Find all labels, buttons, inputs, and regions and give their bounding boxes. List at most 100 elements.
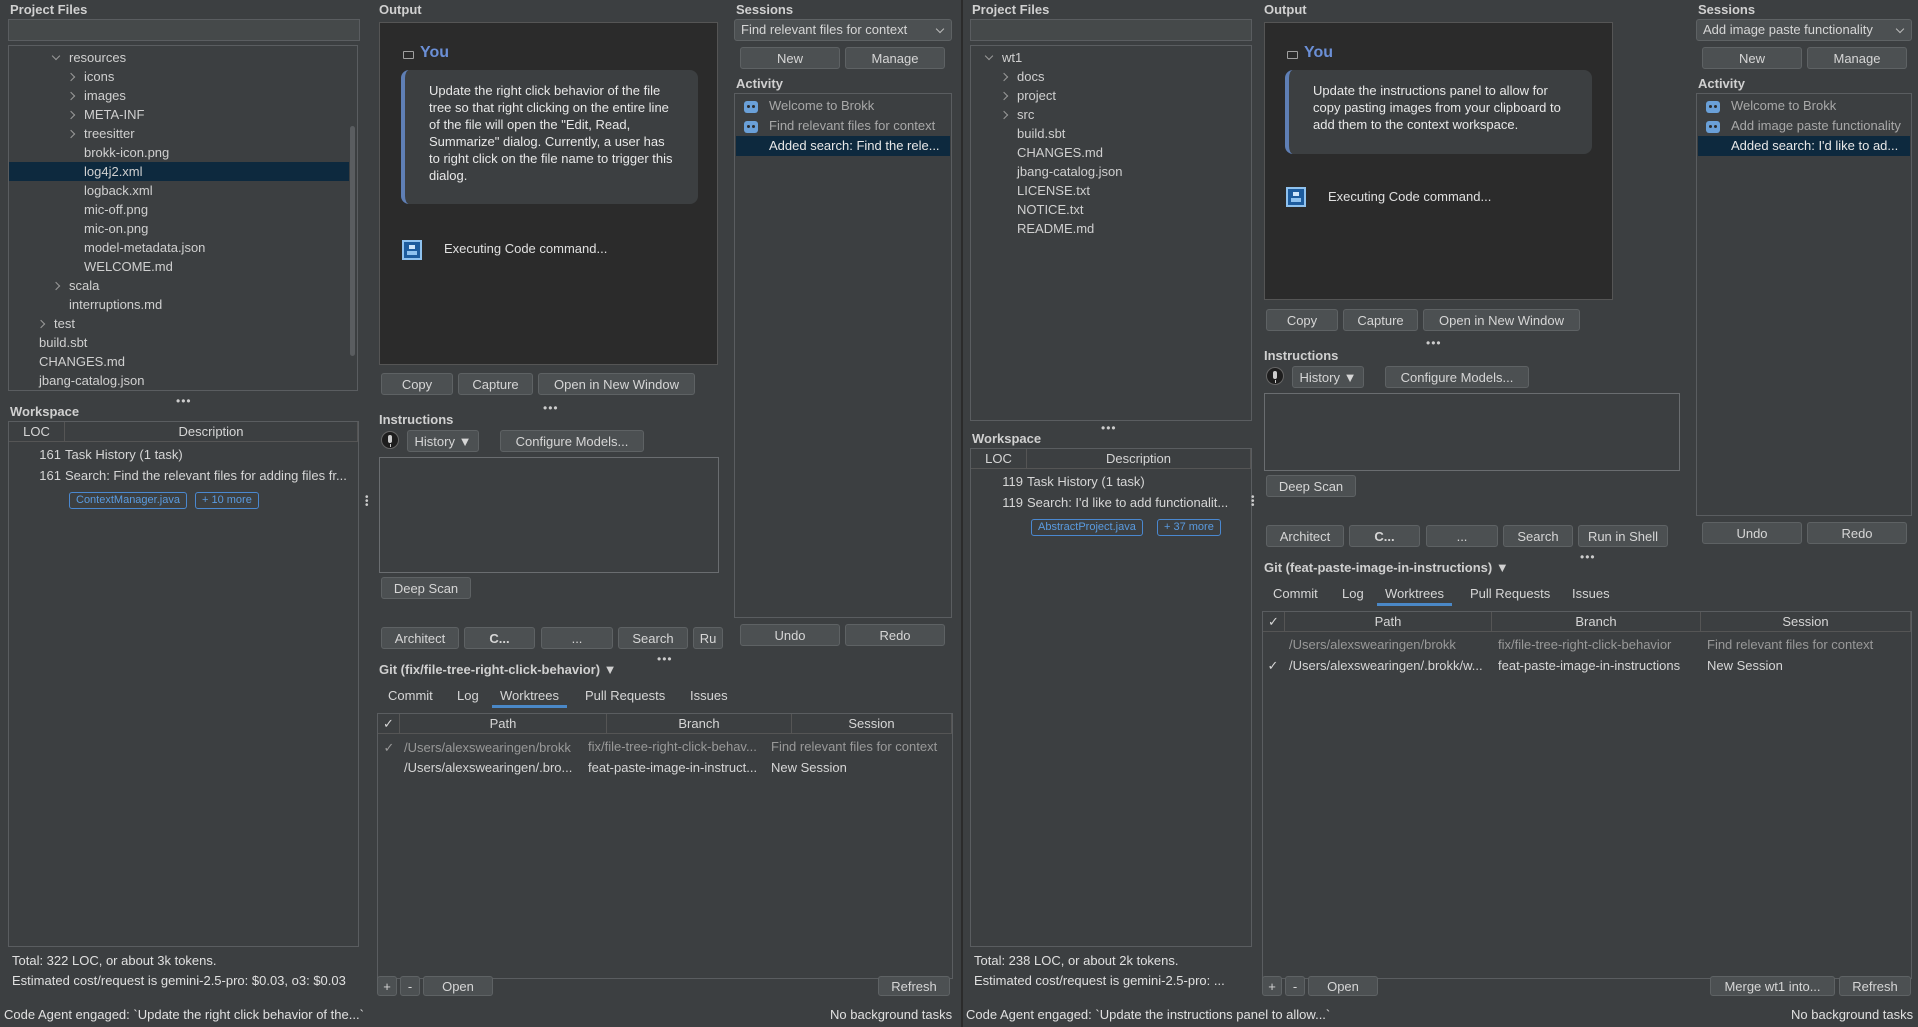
worktree-session[interactable]: Find relevant files for context bbox=[1707, 635, 1912, 655]
tree-item[interactable]: WELCOME.md bbox=[84, 257, 173, 276]
worktrees-col-branch[interactable]: Branch bbox=[607, 714, 792, 734]
workspace-col-loc[interactable]: LOC bbox=[971, 449, 1027, 469]
workspace-col-description[interactable]: Description bbox=[65, 422, 358, 442]
tree-item[interactable]: resources bbox=[69, 48, 126, 67]
tree-item[interactable]: LICENSE.txt bbox=[1017, 181, 1090, 200]
add-worktree-button[interactable]: + bbox=[1262, 976, 1282, 996]
workspace-row-loc[interactable]: 161 bbox=[9, 445, 61, 465]
tree-item[interactable]: scala bbox=[69, 276, 99, 295]
git-title[interactable]: Git (fix/file-tree-right-click-behavior)… bbox=[379, 662, 617, 677]
worktree-branch[interactable]: feat-paste-image-in-instructions bbox=[1498, 656, 1703, 676]
tree-item[interactable]: mic-off.png bbox=[84, 200, 148, 219]
architect-button[interactable]: Architect bbox=[381, 627, 459, 649]
open-worktree-button[interactable]: Open bbox=[1308, 976, 1378, 996]
tab-issues[interactable]: Issues bbox=[690, 684, 728, 708]
worktree-session[interactable]: New Session bbox=[1707, 656, 1912, 676]
more-files-chip[interactable]: + 37 more bbox=[1157, 519, 1221, 536]
manage-sessions-button[interactable]: Manage bbox=[1807, 47, 1907, 69]
undo-button[interactable]: Undo bbox=[1702, 522, 1802, 544]
configure-models-button[interactable]: Configure Models... bbox=[500, 430, 644, 452]
tree-item[interactable]: jbang-catalog.json bbox=[1017, 162, 1123, 181]
worktree-branch[interactable]: fix/file-tree-right-click-behav... bbox=[588, 737, 768, 757]
tree-item[interactable]: log4j2.xml bbox=[84, 162, 143, 181]
workspace-col-description[interactable]: Description bbox=[1027, 449, 1251, 469]
worktree-branch[interactable]: feat-paste-image-in-instruct... bbox=[588, 758, 768, 778]
worktree-check[interactable]: ✓ bbox=[1262, 656, 1284, 676]
activity-item-selected[interactable]: Added search: I'd like to ad... bbox=[1731, 136, 1909, 156]
worktrees-col-path[interactable]: Path bbox=[1285, 612, 1492, 632]
copy-button[interactable]: Copy bbox=[381, 373, 453, 395]
workspace-row-description[interactable]: Search: I'd like to add functionalit... bbox=[1027, 493, 1249, 513]
tree-item[interactable]: docs bbox=[1017, 67, 1044, 86]
history-button[interactable]: History ▼ bbox=[1292, 366, 1364, 388]
tree-item[interactable]: build.sbt bbox=[1017, 124, 1065, 143]
tree-item[interactable]: wt1 bbox=[1002, 48, 1022, 67]
chevron-right-icon[interactable] bbox=[66, 72, 76, 82]
architect-button[interactable]: Architect bbox=[1266, 525, 1344, 547]
tab-log[interactable]: Log bbox=[1342, 582, 1364, 606]
chevron-right-icon[interactable] bbox=[999, 110, 1009, 120]
workspace-row-description[interactable]: Search: Find the relevant files for addi… bbox=[65, 466, 355, 486]
tree-item[interactable]: brokk-icon.png bbox=[84, 143, 169, 162]
project-files-filter[interactable] bbox=[970, 19, 1252, 41]
splitter-handle[interactable]: ••• bbox=[657, 653, 673, 665]
deep-scan-button[interactable]: Deep Scan bbox=[1266, 475, 1356, 497]
worktree-path[interactable]: /Users/alexswearingen/brokk bbox=[404, 738, 604, 758]
activity-list[interactable]: Welcome to Brokk Find relevant files for… bbox=[734, 93, 952, 618]
chevron-right-icon[interactable] bbox=[66, 129, 76, 139]
code-button[interactable]: C... bbox=[464, 627, 535, 649]
splitter-handle[interactable]: ••• bbox=[1101, 422, 1117, 434]
worktrees-col-branch[interactable]: Branch bbox=[1492, 612, 1701, 632]
session-select[interactable]: Find relevant files for context bbox=[734, 19, 952, 41]
capture-button[interactable]: Capture bbox=[458, 373, 533, 395]
redo-button[interactable]: Redo bbox=[845, 624, 945, 646]
open-new-window-button[interactable]: Open in New Window bbox=[538, 373, 695, 395]
output-panel[interactable]: You Update the instructions panel to all… bbox=[1264, 22, 1613, 300]
tab-log[interactable]: Log bbox=[457, 684, 479, 708]
worktree-check[interactable] bbox=[1262, 635, 1284, 655]
chevron-right-icon[interactable] bbox=[51, 281, 61, 291]
workspace-col-loc[interactable]: LOC bbox=[9, 422, 65, 442]
tree-item[interactable]: build.sbt bbox=[39, 333, 87, 352]
git-title[interactable]: Git (feat-paste-image-in-instructions) ▼ bbox=[1264, 560, 1509, 575]
splitter-handle[interactable]: ••• bbox=[176, 395, 192, 407]
merge-worktree-button[interactable]: Merge wt1 into... bbox=[1710, 976, 1835, 996]
activity-item[interactable]: Welcome to Brokk bbox=[769, 96, 949, 116]
tree-item[interactable]: NOTICE.txt bbox=[1017, 200, 1083, 219]
activity-item[interactable]: Add image paste functionality bbox=[1731, 116, 1909, 136]
run-in-shell-button[interactable]: Ru bbox=[693, 627, 723, 649]
tab-commit[interactable]: Commit bbox=[1273, 582, 1318, 606]
tree-item[interactable]: mic-on.png bbox=[84, 219, 148, 238]
splitter-handle[interactable]: ••• bbox=[543, 402, 559, 414]
new-session-button[interactable]: New bbox=[740, 47, 840, 69]
chevron-down-icon[interactable] bbox=[51, 51, 61, 61]
tab-issues[interactable]: Issues bbox=[1572, 582, 1610, 606]
workspace-table[interactable]: LOC Description 161 Task History (1 task… bbox=[8, 421, 359, 947]
open-worktree-button[interactable]: Open bbox=[423, 976, 493, 996]
ask-button[interactable]: ... bbox=[1426, 525, 1498, 547]
chevron-right-icon[interactable] bbox=[36, 319, 46, 329]
tree-item[interactable]: src bbox=[1017, 105, 1034, 124]
refresh-button[interactable]: Refresh bbox=[878, 976, 950, 996]
project-tree-scrollbar[interactable] bbox=[350, 126, 355, 356]
project-files-tree[interactable]: wt1 docs project src build.sbt CHANGES.md jban… bbox=[970, 45, 1252, 421]
remove-worktree-button[interactable]: - bbox=[1285, 976, 1305, 996]
workspace-row-loc[interactable]: 119 bbox=[971, 472, 1023, 492]
chevron-right-icon[interactable] bbox=[999, 72, 1009, 82]
deep-scan-button[interactable]: Deep Scan bbox=[381, 577, 471, 599]
workspace-table[interactable]: LOC Description 119 Task History (1 task… bbox=[970, 448, 1252, 947]
worktrees-col-check[interactable]: ✓ bbox=[1263, 612, 1285, 632]
ask-button[interactable]: ... bbox=[541, 627, 613, 649]
splitter-handle[interactable]: ••• bbox=[1580, 551, 1596, 563]
output-panel[interactable]: You Update the right click behavior of t… bbox=[379, 22, 718, 365]
worktrees-col-session[interactable]: Session bbox=[1701, 612, 1911, 632]
worktree-path[interactable]: /Users/alexswearingen/.bro... bbox=[404, 758, 584, 778]
project-files-filter[interactable] bbox=[8, 19, 360, 41]
tree-item[interactable]: test bbox=[54, 314, 75, 333]
instructions-input[interactable] bbox=[379, 457, 719, 573]
splitter-handle-vertical[interactable]: • • • bbox=[1251, 493, 1255, 511]
tab-commit[interactable]: Commit bbox=[388, 684, 433, 708]
tree-item[interactable]: README.md bbox=[1017, 219, 1094, 238]
redo-button[interactable]: Redo bbox=[1807, 522, 1907, 544]
tree-item[interactable]: project bbox=[1017, 86, 1056, 105]
